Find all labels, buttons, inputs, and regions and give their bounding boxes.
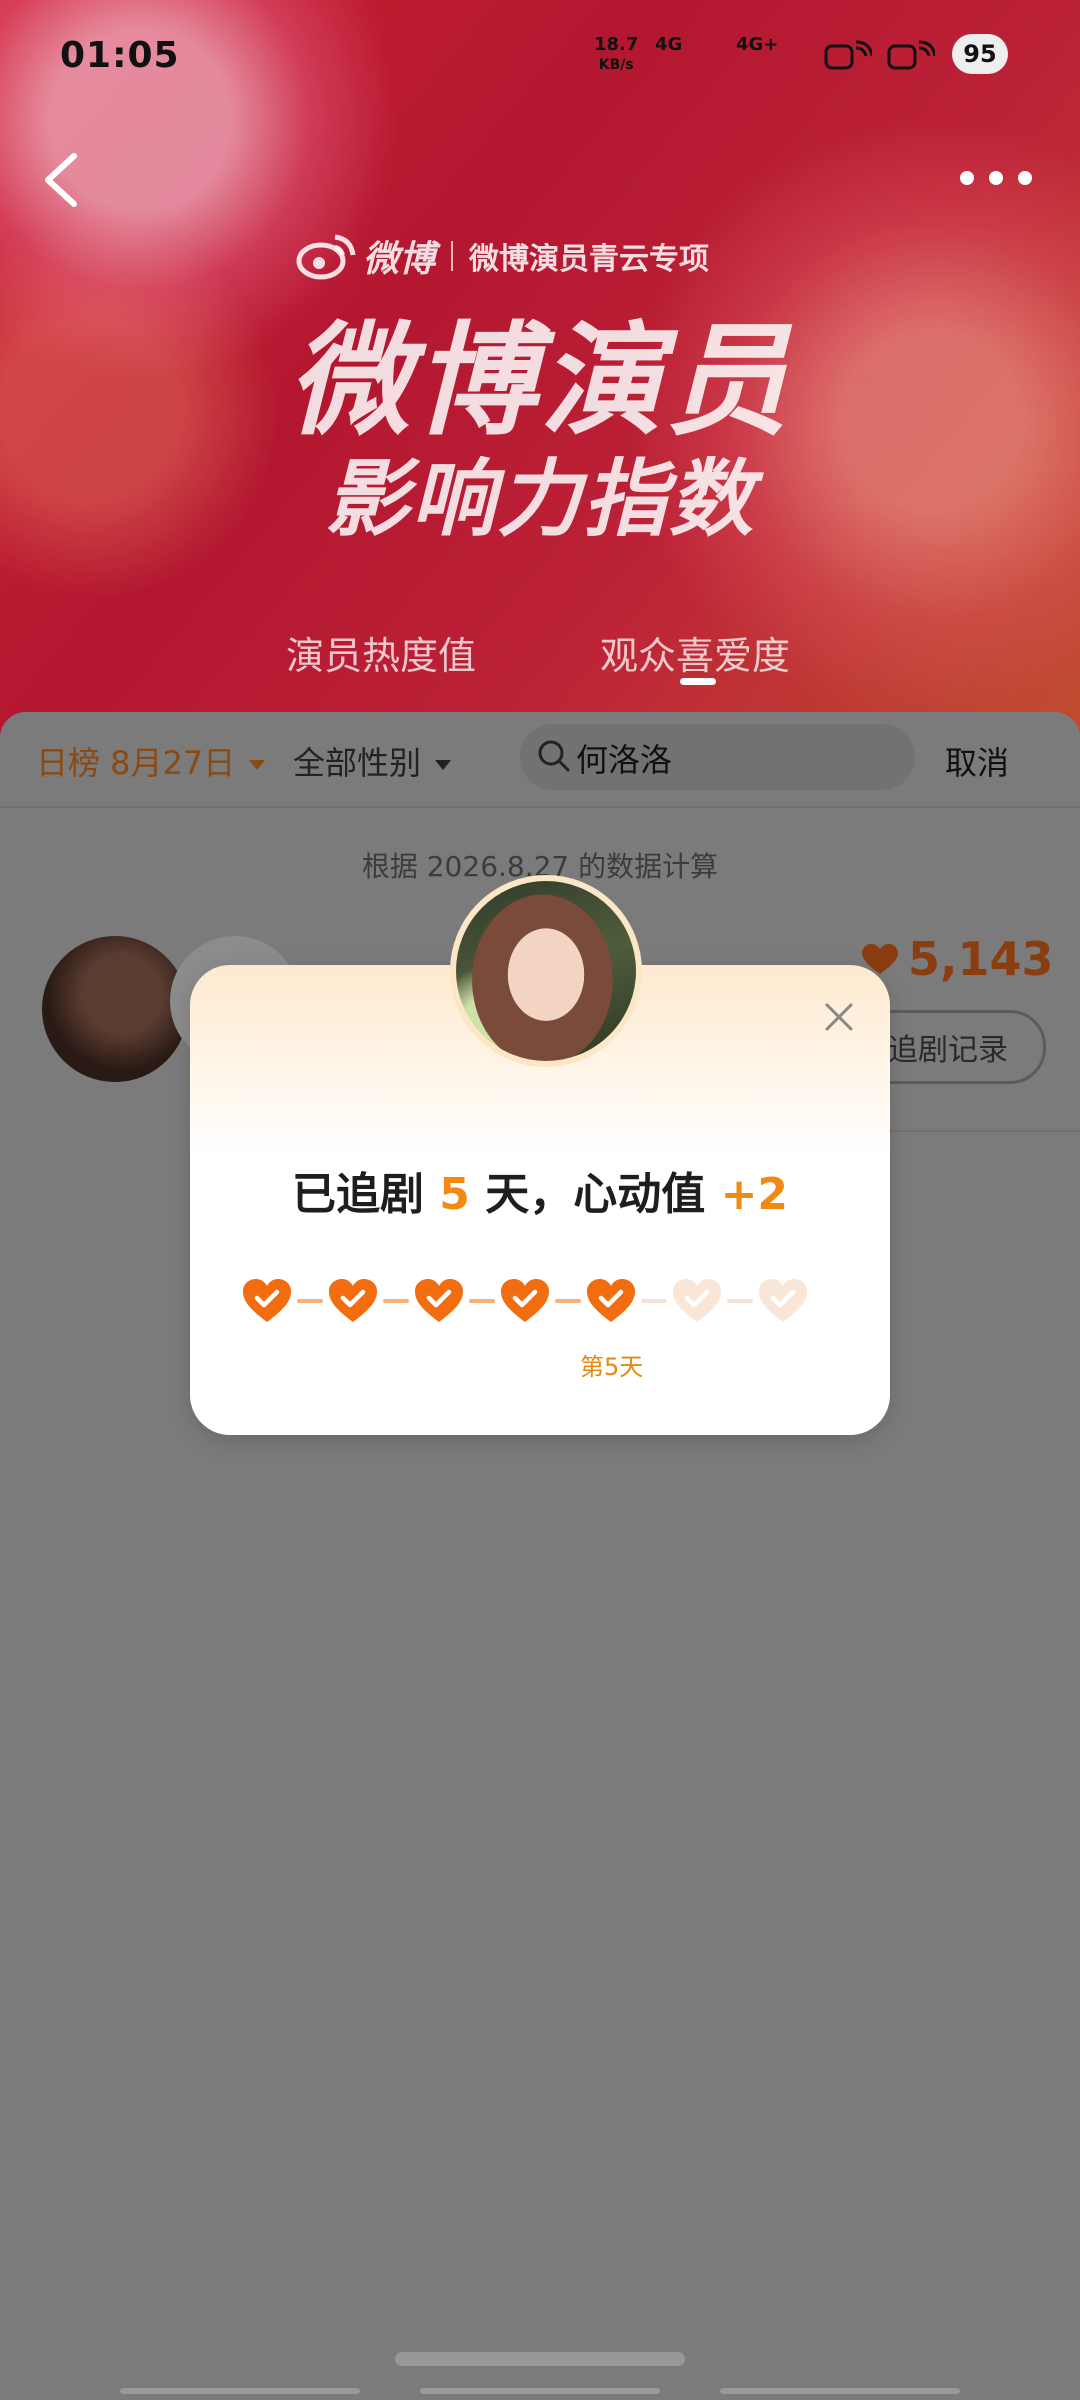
heart-check-icon — [501, 1279, 549, 1322]
popup-avatar — [450, 875, 642, 1067]
brand-row: 微博 微博演员青云专项 — [295, 230, 709, 282]
avatar[interactable] — [42, 936, 188, 1082]
popup-title: 已追剧 5 天，心动值 +2 — [190, 1158, 890, 1222]
search-input[interactable] — [574, 734, 898, 782]
streak-connector — [555, 1299, 581, 1303]
chevron-down-icon — [435, 760, 452, 770]
close-icon[interactable] — [822, 1000, 856, 1034]
streak-connector — [383, 1299, 409, 1303]
streak-day-label: 第5天 — [580, 1353, 644, 1381]
date-filter-dropdown[interactable]: 日榜 8月27日 — [36, 738, 266, 784]
chevron-down-icon — [249, 760, 266, 770]
heart-empty-icon — [673, 1279, 721, 1322]
filter-divider — [0, 806, 1080, 808]
heart-check-icon — [243, 1279, 291, 1322]
status-time: 01:05 — [60, 35, 180, 76]
brand-name: 微博 — [363, 239, 436, 280]
wifi-icon — [887, 40, 935, 70]
tab-actor-heat[interactable]: 演员热度值 — [286, 625, 476, 680]
date-filter-label: 日榜 8月27日 — [36, 744, 236, 782]
net-speed: 18.7 KB/s — [594, 34, 639, 74]
back-icon[interactable] — [38, 150, 84, 210]
streak-connector — [641, 1299, 667, 1303]
brand-subtitle: 微博演员青云专项 — [469, 242, 710, 277]
tab-audience-love[interactable]: 观众喜爱度 — [600, 625, 790, 680]
streak-days: 5 — [439, 1169, 470, 1220]
active-tab-indicator — [680, 678, 716, 685]
love-score: 5,143 — [908, 932, 1054, 986]
status-bar: 01:05 18.7 KB/s 4G 4G+ 95 — [0, 0, 1080, 110]
streak-connector — [727, 1299, 753, 1303]
brand-separator — [451, 241, 454, 271]
page-subtitle: 影响力指数 — [324, 450, 755, 548]
popup-title-prefix: 已追剧 — [291, 1169, 424, 1220]
streak-connector — [297, 1299, 323, 1303]
popup-title-mid: 天，心动值 — [485, 1169, 706, 1220]
battery-indicator: 95 — [952, 34, 1008, 74]
gender-filter-dropdown[interactable]: 全部性别 — [293, 738, 452, 784]
heart-check-icon — [329, 1279, 377, 1322]
search-box[interactable] — [520, 724, 915, 790]
notification-icon — [824, 40, 872, 70]
streak-connector — [469, 1299, 495, 1303]
heart-check-icon — [587, 1279, 635, 1322]
heart-check-icon — [415, 1279, 463, 1322]
heart-empty-icon — [759, 1279, 807, 1322]
bottom-indicator-bars — [120, 2388, 960, 2394]
heart-value-increment: +2 — [720, 1169, 789, 1220]
gender-filter-label: 全部性别 — [293, 744, 422, 782]
home-indicator — [395, 2352, 685, 2366]
cancel-search-button[interactable]: 取消 — [945, 738, 1009, 784]
more-options-icon[interactable] — [960, 168, 1032, 188]
signal-4g-icon: 4G — [655, 34, 683, 55]
signal-4g-plus-icon: 4G+ — [736, 34, 779, 55]
streak-progress — [242, 1276, 822, 1326]
search-icon — [538, 740, 570, 772]
weibo-logo-icon — [296, 234, 356, 280]
